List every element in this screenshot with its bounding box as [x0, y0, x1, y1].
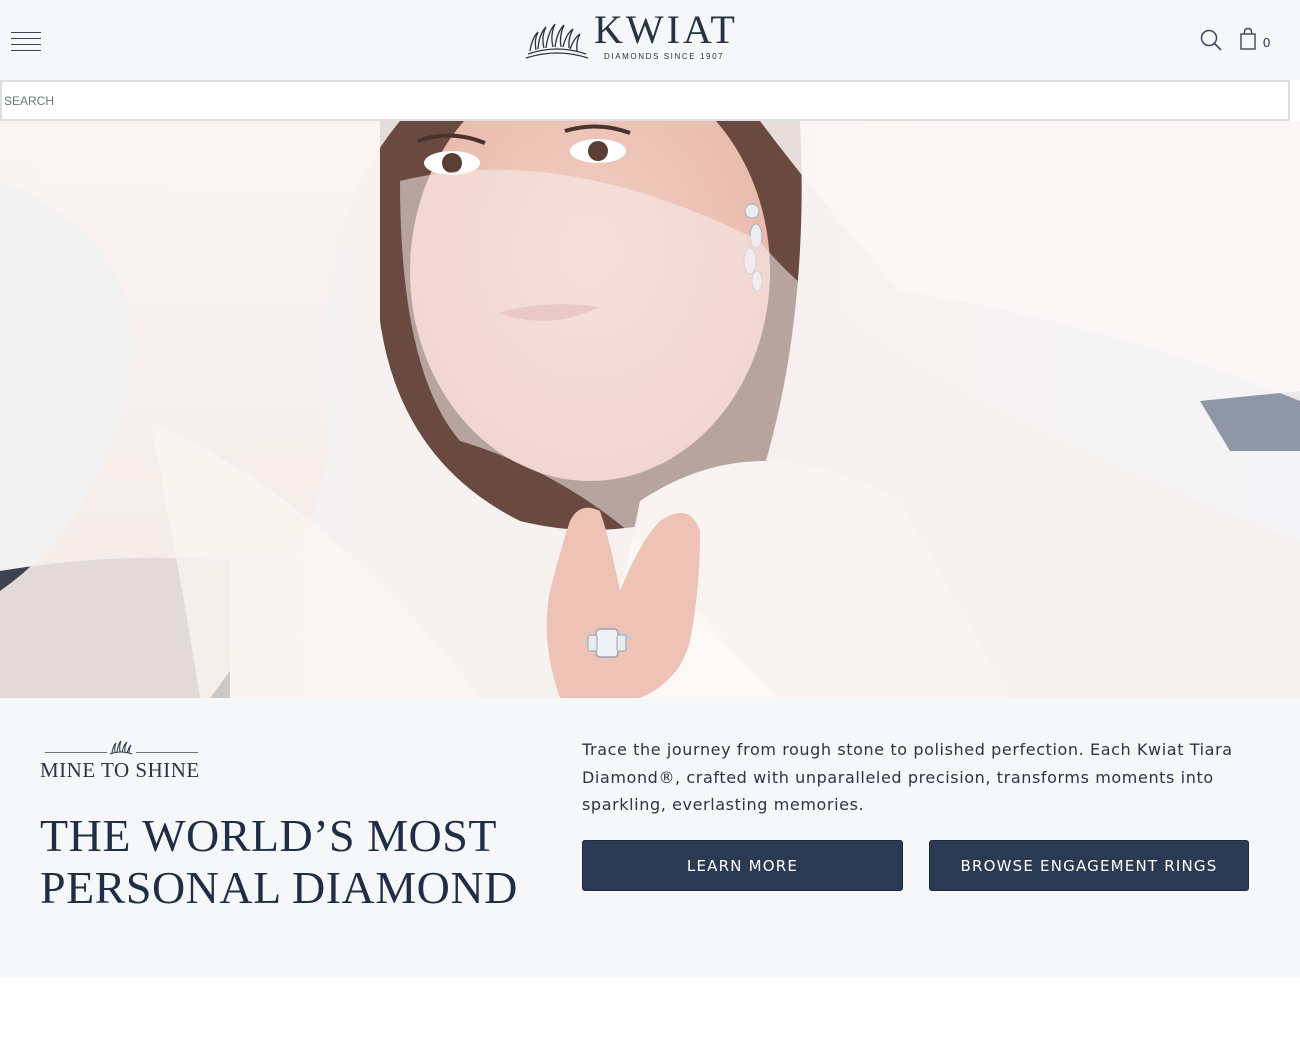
divider-line	[136, 752, 198, 753]
page-bottom-space	[0, 977, 1300, 1040]
divider-line	[45, 752, 107, 753]
kwiat-logo[interactable]: KWIAT DIAMONDS SINCE 1907	[524, 10, 736, 66]
tiara-icon	[109, 740, 133, 755]
hero-image	[0, 121, 1300, 698]
mine-to-shine-badge: MINE TO SHINE	[40, 736, 210, 786]
search-input[interactable]	[2, 82, 1288, 119]
shopping-bag-button[interactable]: 0	[1238, 27, 1278, 53]
logo-tagline: DIAMONDS SINCE 1907	[604, 52, 725, 61]
site-header: KWIAT DIAMONDS SINCE 1907 0	[0, 0, 1300, 80]
learn-more-button[interactable]: LEARN MORE	[582, 840, 903, 891]
promo-headline: THE WORLD’S MOST PERSONAL DIAMOND	[40, 810, 540, 914]
cart-count-badge: 0	[1263, 35, 1271, 50]
tiara-logo-icon	[525, 23, 589, 59]
eyebrow-text: MINE TO SHINE	[40, 758, 200, 782]
search-bar	[0, 80, 1290, 121]
search-icon[interactable]	[1199, 28, 1223, 52]
promo-section: MINE TO SHINE THE WORLD’S MOST PERSONAL …	[0, 698, 1300, 977]
logo-wordmark: KWIAT	[594, 7, 738, 52]
promo-description: Trace the journey from rough stone to po…	[582, 740, 1233, 814]
hamburger-menu-icon[interactable]	[11, 30, 41, 52]
headline-line-2: PERSONAL DIAMOND	[40, 862, 518, 913]
bride-photo	[0, 121, 1300, 698]
shopping-bag-icon	[1240, 27, 1256, 50]
headline-line-1: THE WORLD’S MOST	[40, 810, 497, 861]
browse-engagement-rings-button[interactable]: BROWSE ENGAGEMENT RINGS	[929, 840, 1249, 891]
